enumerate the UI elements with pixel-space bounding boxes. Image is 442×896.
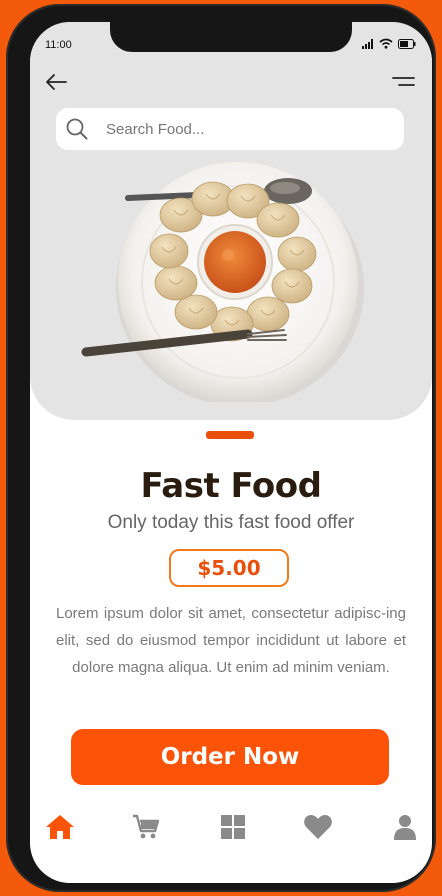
user-icon	[394, 815, 416, 840]
product-title: Fast Food	[140, 466, 322, 506]
nav-item-home[interactable]	[43, 812, 77, 842]
product-subtitle: Only today this fast food offer	[107, 512, 355, 533]
signal-icon	[362, 39, 373, 49]
search-icon	[66, 118, 88, 140]
product-description: Lorem ipsum dolor sit amet, consectetur …	[56, 605, 406, 676]
status-icons	[362, 37, 416, 49]
food-image	[78, 162, 368, 406]
heart-icon	[304, 815, 332, 839]
cart-icon	[133, 814, 160, 839]
phone-frame: 11:00 Search Food... Fast Food Only toda…	[6, 4, 436, 892]
menu-icon	[392, 77, 415, 86]
device-notch	[110, 22, 352, 52]
search-input[interactable]	[104, 119, 358, 139]
back-button[interactable]	[44, 72, 70, 92]
grid-icon	[221, 815, 245, 839]
battery-icon	[398, 39, 416, 49]
menu-button[interactable]	[390, 72, 416, 92]
wifi-icon	[379, 38, 393, 49]
order-now-button[interactable]: Order Now	[71, 729, 389, 785]
nav-item-categories[interactable]	[216, 812, 250, 842]
bottom-nav	[30, 812, 432, 846]
nav-item-favorites[interactable]	[301, 812, 335, 842]
momos-plate-illustration	[81, 162, 364, 406]
arrow-left-icon	[46, 74, 67, 90]
carousel-indicator	[206, 431, 254, 439]
nav-item-cart[interactable]	[129, 812, 163, 842]
home-icon	[46, 815, 74, 839]
status-time: 11:00	[45, 39, 72, 51]
nav-item-profile[interactable]	[388, 812, 422, 842]
app-screen: 11:00 Search Food... Fast Food Only toda…	[30, 22, 432, 883]
search-bar[interactable]	[56, 108, 404, 150]
price-badge: $5.00	[169, 549, 289, 587]
